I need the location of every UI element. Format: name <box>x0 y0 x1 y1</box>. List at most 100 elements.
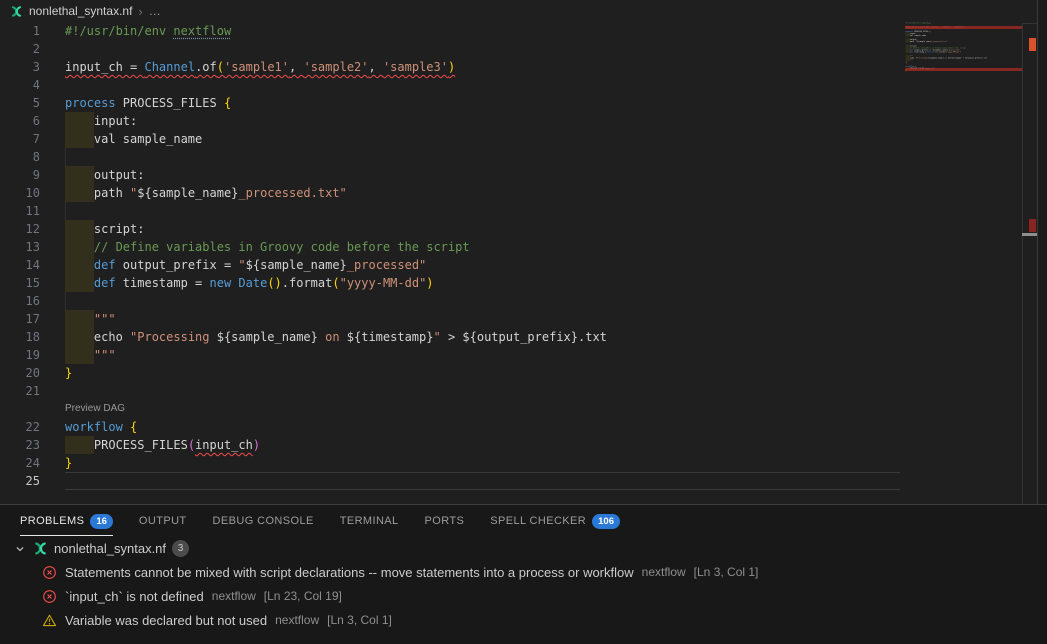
code-line[interactable]: 25 <box>0 472 905 490</box>
line-number[interactable]: 9 <box>0 166 40 184</box>
tab-label: PROBLEMS <box>20 515 84 527</box>
line-number[interactable]: 15 <box>0 274 40 292</box>
breadcrumb-file[interactable]: nonlethal_syntax.nf <box>29 4 132 18</box>
minimap[interactable]: #!/usr/bin/env nextflowinput_ch = Channe… <box>905 22 1022 492</box>
problems-file-row[interactable]: nonlethal_syntax.nf3 <box>0 537 1047 560</box>
line-number[interactable]: 7 <box>0 130 40 148</box>
problem-row[interactable]: Variable was declared but not usednextfl… <box>0 608 1047 632</box>
line-number[interactable]: 6 <box>0 112 40 130</box>
code-token: output_prefix = <box>116 258 239 272</box>
line-number[interactable]: 1 <box>0 22 40 40</box>
problem-location: [Ln 3, Col 1] <box>694 565 759 579</box>
code-line[interactable]: 14def output_prefix = "${sample_name}_pr… <box>0 256 905 274</box>
code-line[interactable]: 22workflow { <box>0 418 905 436</box>
line-number[interactable]: 3 <box>0 58 40 76</box>
breadcrumb-overflow[interactable]: … <box>149 4 161 18</box>
code-line[interactable]: 23PROCESS_FILES(input_ch) <box>0 436 905 454</box>
indent-highlight <box>65 130 94 148</box>
line-number[interactable]: 19 <box>0 346 40 364</box>
panel-tab-terminal[interactable]: TERMINAL <box>327 505 412 537</box>
code-line[interactable]: 2 <box>0 40 905 58</box>
code-token: output: <box>94 168 145 182</box>
indent-guide <box>65 202 66 220</box>
indent-highlight <box>65 310 94 328</box>
code-token: 'sample2' <box>303 60 368 74</box>
code-token: val sample_name <box>94 132 202 146</box>
code-line[interactable]: 12 script: <box>0 220 905 238</box>
code-line[interactable]: 18echo "Processing ${sample_name} on ${t… <box>0 328 905 346</box>
panel-tab-spell-checker[interactable]: SPELL CHECKER106 <box>477 505 633 537</box>
line-number[interactable]: 23 <box>0 436 40 454</box>
line-number[interactable]: 8 <box>0 148 40 166</box>
code-token: { <box>130 420 137 434</box>
code-line[interactable]: 20} <box>0 364 905 382</box>
code-line[interactable]: 3input_ch = Channel.of('sample1', 'sampl… <box>0 58 905 76</box>
code-line[interactable]: 9 output: <box>0 166 905 184</box>
line-number[interactable]: 14 <box>0 256 40 274</box>
code-token: ( <box>188 438 195 452</box>
code-line[interactable]: 21 <box>0 382 905 400</box>
line-number[interactable]: 5 <box>0 94 40 112</box>
indent-highlight <box>65 256 94 274</box>
tab-count-badge: 16 <box>90 514 113 529</box>
indent-highlight <box>65 166 94 184</box>
code-token: 'sample3' <box>383 60 448 74</box>
code-line[interactable]: 5process PROCESS_FILES { <box>0 94 905 112</box>
code-line[interactable]: 10path "${sample_name}_processed.txt" <box>0 184 905 202</box>
code-token: input_ch = <box>65 60 144 74</box>
code-line[interactable]: 8 <box>0 148 905 166</box>
line-number[interactable]: 16 <box>0 292 40 310</box>
code-token: echo <box>94 330 130 344</box>
code-line[interactable]: 17""" <box>0 310 905 328</box>
code-line[interactable]: 19""" <box>0 346 905 364</box>
code-token: // Define variables in Groovy code befor… <box>94 240 470 254</box>
error-circle-icon <box>42 589 57 604</box>
line-number[interactable]: 10 <box>0 184 40 202</box>
code-token: "Processing <box>130 330 217 344</box>
code-lines[interactable]: 1#!/usr/bin/env nextflow23input_ch = Cha… <box>0 22 905 490</box>
panel-tab-problems[interactable]: PROBLEMS 16 <box>7 505 126 537</box>
code-token: PROCESS_FILES <box>94 438 188 452</box>
code-line[interactable]: 11 <box>0 202 905 220</box>
indent-highlight <box>65 220 94 238</box>
code-token: ${output_prefix} <box>462 330 578 344</box>
panel-tab-ports[interactable]: PORTS <box>412 505 478 537</box>
line-number[interactable]: 20 <box>0 364 40 382</box>
line-number[interactable]: 4 <box>0 76 40 94</box>
line-number[interactable]: 24 <box>0 454 40 472</box>
code-token <box>123 420 130 434</box>
line-number[interactable]: 21 <box>0 382 40 400</box>
code-token: , <box>369 60 383 74</box>
code-line[interactable]: 16 <box>0 292 905 310</box>
code-line[interactable]: 7 val sample_name <box>0 130 905 148</box>
code-line[interactable]: 1#!/usr/bin/env nextflow <box>0 22 905 40</box>
line-number[interactable]: 12 <box>0 220 40 238</box>
code-token: ( <box>217 60 224 74</box>
line-number[interactable]: 18 <box>0 328 40 346</box>
problem-row[interactable]: Statements cannot be mixed with script d… <box>0 560 1047 584</box>
line-number[interactable]: 11 <box>0 202 40 220</box>
line-number[interactable]: 13 <box>0 238 40 256</box>
codelens-preview-dag[interactable]: Preview DAG <box>0 400 905 418</box>
tab-label: SPELL CHECKER <box>490 515 586 527</box>
indent-highlight <box>65 184 94 202</box>
panel-tab-output[interactable]: OUTPUT <box>126 505 200 537</box>
panel-tab-debug-console[interactable]: DEBUG CONSOLE <box>200 505 327 537</box>
line-number[interactable]: 22 <box>0 418 40 436</box>
chevron-down-icon[interactable] <box>13 542 27 556</box>
line-number[interactable]: 2 <box>0 40 40 58</box>
scrollbar-border <box>1022 23 1023 504</box>
code-line[interactable]: 6input: <box>0 112 905 130</box>
editor-edge-gutter <box>1038 0 1047 504</box>
warning-triangle-icon <box>42 613 57 628</box>
code-token: " <box>433 330 440 344</box>
problem-row[interactable]: `input_ch` is not definednextflow[Ln 23,… <box>0 584 1047 608</box>
code-token: ) <box>426 276 433 290</box>
line-number[interactable]: 25 <box>0 472 40 490</box>
code-line[interactable]: 24} <box>0 454 905 472</box>
code-line[interactable]: 13 // Define variables in Groovy code bef… <box>0 238 905 256</box>
code-line[interactable]: 4 <box>0 76 905 94</box>
line-number[interactable]: 17 <box>0 310 40 328</box>
code-line[interactable]: 15def timestamp = new Date().format("yyy… <box>0 274 905 292</box>
code-token: script: <box>94 222 145 236</box>
